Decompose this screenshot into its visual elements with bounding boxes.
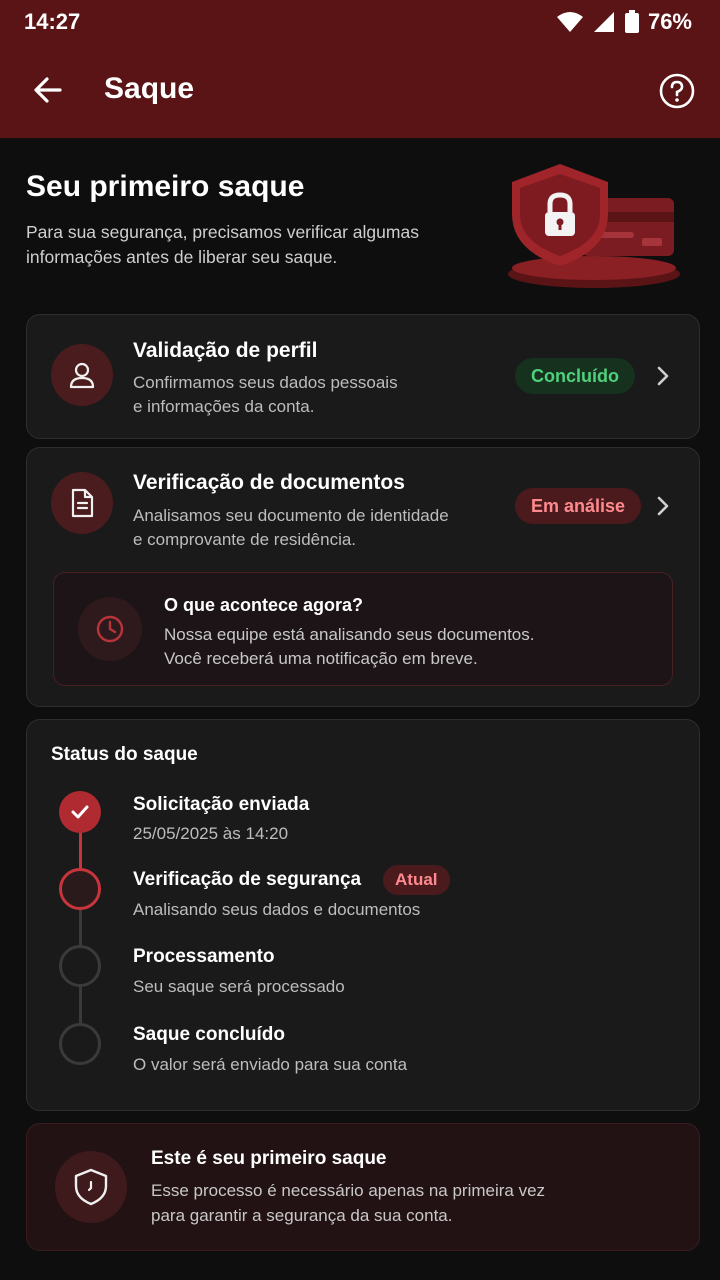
timeline-dot-pending <box>59 945 101 987</box>
timeline-item-title: Solicitação enviada <box>133 794 310 815</box>
clock-icon <box>96 615 124 643</box>
hero-subtitle: Para sua segurança, precisamos verificar… <box>26 222 419 267</box>
notice-title: Este é seu primeiro saque <box>151 1148 387 1169</box>
battery-icon <box>624 10 639 33</box>
timeline-connector <box>79 908 82 946</box>
step-title: Verificação de documentos <box>133 471 405 494</box>
shield-icon-circle <box>55 1151 127 1223</box>
timeline-item-description: Seu saque será processado <box>133 977 345 996</box>
timeline-dot-done <box>59 791 101 833</box>
step-description-line2: e informações da conta. <box>133 397 315 416</box>
notice-text-line1: Esse processo é necessário apenas na pri… <box>151 1181 546 1200</box>
app-bar: Saque <box>0 48 720 134</box>
withdrawal-status-card: Status do saque Solicitação enviada 25/0… <box>26 719 700 1111</box>
chevron-right-icon <box>657 496 669 516</box>
timeline-heading: Status do saque <box>51 744 198 765</box>
wifi-icon <box>556 12 583 32</box>
info-box-next-steps: O que acontece agora? Nossa equipe está … <box>53 572 673 686</box>
hero-section: Seu primeiro saque Para sua segurança, p… <box>26 164 706 300</box>
info-text-line1: Nossa equipe está analisando seus docume… <box>164 625 535 644</box>
timeline-item-description: 25/05/2025 às 14:20 <box>133 824 289 843</box>
info-title: O que acontece agora? <box>164 595 364 615</box>
status-bar: 14:27 76% <box>0 0 720 44</box>
step-card-profile[interactable]: Validação de perfil Confirmamos seus dad… <box>26 314 700 439</box>
timeline-item-title: Saque concluído <box>133 1024 286 1045</box>
step-description-line1: Confirmamos seus dados pessoais <box>133 373 398 392</box>
page-title: Saque <box>104 72 195 105</box>
first-withdrawal-notice: Este é seu primeiro saque Esse processo … <box>26 1123 700 1251</box>
info-text-line2: Você receberá uma notificação em breve. <box>164 649 478 668</box>
help-button[interactable] <box>658 72 696 110</box>
check-icon <box>71 805 89 819</box>
step-description-line2: e comprovante de residência. <box>133 530 357 549</box>
timeline-connector <box>79 986 82 1024</box>
document-icon <box>71 488 94 518</box>
timeline-item-title: Verificação de segurança <box>133 869 362 890</box>
timeline-item-description: O valor será enviado para sua conta <box>133 1055 408 1074</box>
user-icon <box>69 362 95 389</box>
timeline-item-title: Processamento <box>133 946 275 967</box>
security-shield-illustration <box>508 164 680 288</box>
timeline-dot-current <box>59 868 101 910</box>
status-time: 14:27 <box>24 9 81 34</box>
chevron-right-icon <box>657 366 669 386</box>
timeline-dot-pending <box>59 1023 101 1065</box>
status-badge-in-review: Em análise <box>515 488 642 524</box>
battery-level: 76% <box>647 9 692 34</box>
step-card-documents[interactable]: Verificação de documentos Analisamos seu… <box>26 447 700 707</box>
timeline-item-description: Analisando seus dados e documentos <box>133 900 421 919</box>
arrow-left-icon <box>34 77 62 103</box>
user-icon-circle <box>51 344 113 406</box>
help-circle-icon <box>659 73 695 109</box>
back-button[interactable] <box>28 70 68 110</box>
signal-icon <box>593 12 614 32</box>
document-icon-circle <box>51 472 113 534</box>
current-step-badge: Atual <box>383 865 450 895</box>
notice-text-line2: para garantir a segurança da sua conta. <box>151 1206 453 1225</box>
step-description-line1: Analisamos seu documento de identidade <box>133 506 449 525</box>
status-badge-completed: Concluído <box>515 358 635 394</box>
shield-icon <box>74 1168 108 1206</box>
clock-icon-circle <box>78 597 142 661</box>
step-title: Validação de perfil <box>133 339 318 362</box>
status-icons: 76% <box>556 9 692 35</box>
